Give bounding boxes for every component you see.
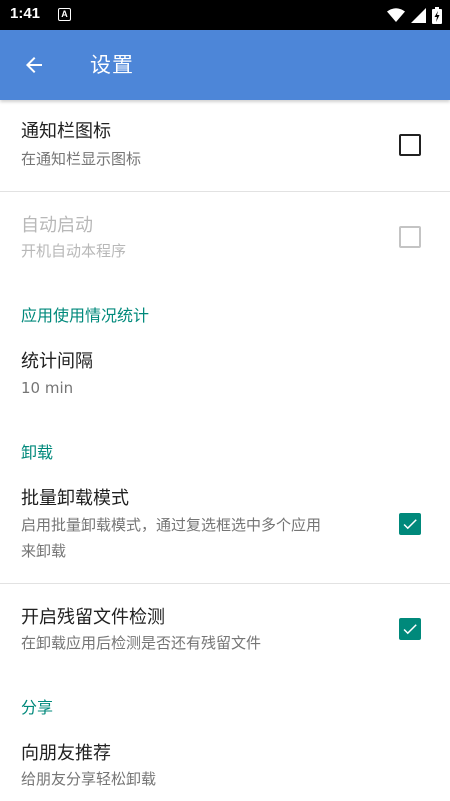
back-button[interactable] [18,51,50,79]
page-title: 设置 [90,53,134,77]
pref-notification-icon[interactable]: 通知栏图标 在通知栏显示图标 [0,100,450,191]
auto-start-checkbox [399,226,421,248]
category-share: 分享 [21,698,54,717]
pref-title: 向朋友推荐 [21,743,111,764]
pref-summary: 在通知栏显示图标 [21,150,142,168]
pref-stats-interval[interactable]: 统计间隔 10 min [0,336,450,418]
status-bar: 1:41 A [0,0,450,30]
category-usage-stats: 应用使用情况统计 [21,306,150,325]
pref-auto-start: 自动启动 开机自动本程序 [0,192,450,286]
notification-icon-checkbox[interactable] [399,134,421,156]
pref-summary: 10 min [21,379,74,397]
signal-icon [411,7,426,23]
pref-title: 开启残留文件检测 [21,607,165,628]
pref-summary-line1: 启用批量卸载模式，通过复选框选中多个应用 [21,516,322,534]
status-icons [387,6,442,24]
pref-title: 批量卸载模式 [21,488,129,509]
status-time: 1:41 [10,5,41,22]
accessibility-badge-icon: A [58,8,71,21]
pref-summary: 给朋友分享轻松卸载 [21,770,157,788]
battery-charging-icon [432,6,442,24]
pref-recommend[interactable]: 向朋友推荐 给朋友分享轻松卸载 [0,728,450,801]
check-icon [403,624,417,635]
batch-uninstall-checkbox[interactable] [399,513,421,535]
arrow-left-icon [26,57,42,73]
pref-summary: 开机自动本程序 [21,242,127,260]
pref-title: 统计间隔 [21,351,93,372]
pref-batch-uninstall[interactable]: 批量卸载模式 启用批量卸载模式，通过复选框选中多个应用 来卸载 [0,473,450,583]
wifi-icon [387,8,405,22]
pref-summary-line2: 来卸载 [21,542,67,560]
category-uninstall: 卸载 [21,443,54,462]
pref-summary: 在卸载应用后检测是否还有残留文件 [21,634,262,652]
pref-title: 通知栏图标 [21,121,111,142]
residual-check-checkbox[interactable] [399,618,421,640]
pref-title: 自动启动 [21,215,93,236]
app-bar: 设置 [0,30,450,100]
check-icon [403,519,417,530]
pref-residual-check[interactable]: 开启残留文件检测 在卸载应用后检测是否还有残留文件 [0,584,450,674]
